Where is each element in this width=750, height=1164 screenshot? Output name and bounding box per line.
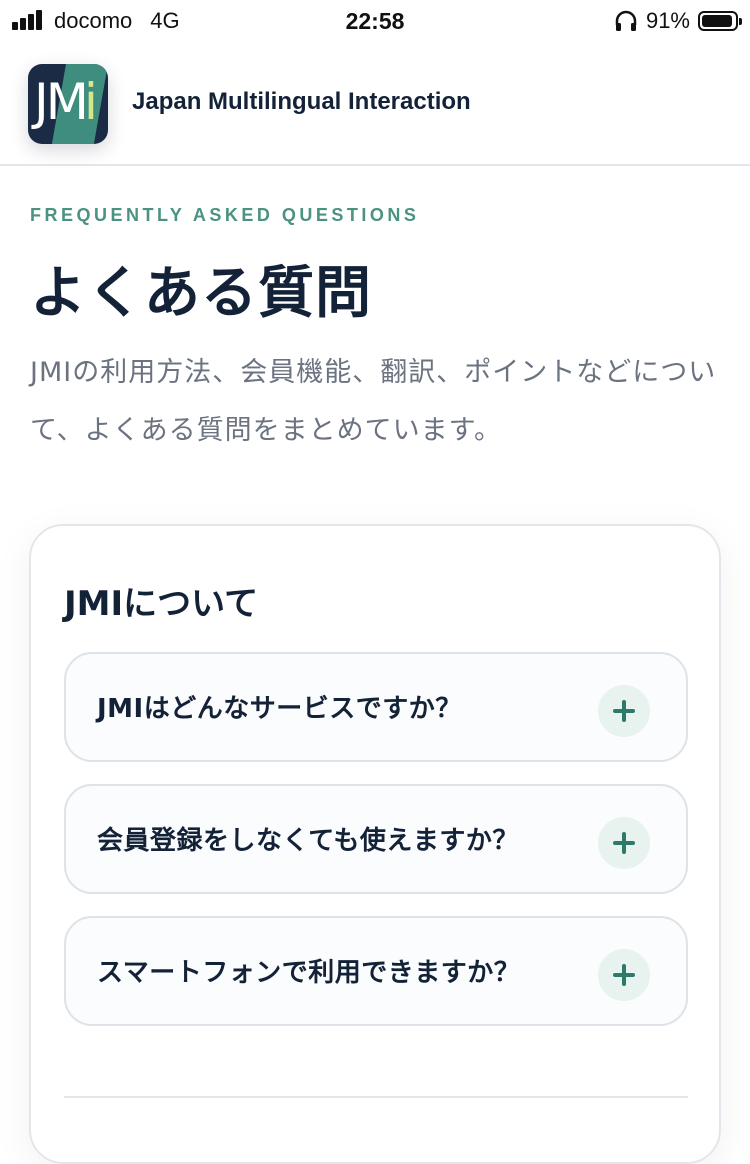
expand-plus-icon[interactable] xyxy=(598,817,650,869)
app-header: JM i Japan Multilingual Interaction xyxy=(0,42,750,166)
faq-question: JMIはどんなサービスですか？ xyxy=(97,694,462,724)
expand-plus-icon[interactable] xyxy=(598,685,650,737)
headphones-icon xyxy=(615,10,637,31)
faq-item[interactable]: JMIはどんなサービスですか？ xyxy=(64,652,688,762)
faq-question: スマートフォンで利用できますか？ xyxy=(97,958,521,988)
section-divider xyxy=(64,1096,688,1098)
brand-name[interactable]: Japan Multilingual Interaction xyxy=(132,88,471,116)
logo-letters: JM xyxy=(34,73,89,131)
faq-section-title: JMIについて xyxy=(64,584,259,624)
logo-accent-letter: i xyxy=(84,73,98,131)
battery-icon xyxy=(698,11,742,31)
status-bar: docomo 4G 22:58 91% xyxy=(0,0,750,42)
expand-plus-icon[interactable] xyxy=(598,949,650,1001)
page-title: よくある質問 xyxy=(30,261,372,326)
eyebrow-label: FREQUENTLY ASKED QUESTIONS xyxy=(30,205,420,225)
battery-percent: 91% xyxy=(645,8,690,33)
faq-item[interactable]: スマートフォンで利用できますか？ xyxy=(64,916,688,1026)
faq-section-card: JMIについて JMIはどんなサービスですか？ 会員登録をしなくても使えますか？… xyxy=(29,524,721,1164)
status-right: 91% xyxy=(614,8,742,34)
faq-question: 会員登録をしなくても使えますか？ xyxy=(97,826,519,856)
jmi-logo[interactable]: JM i xyxy=(28,64,108,144)
intro-text: JMIの利用方法、会員機能、翻訳、ポイントなどについて、よくある質問をまとめてい… xyxy=(30,357,717,446)
faq-item[interactable]: 会員登録をしなくても使えますか？ xyxy=(64,784,688,894)
